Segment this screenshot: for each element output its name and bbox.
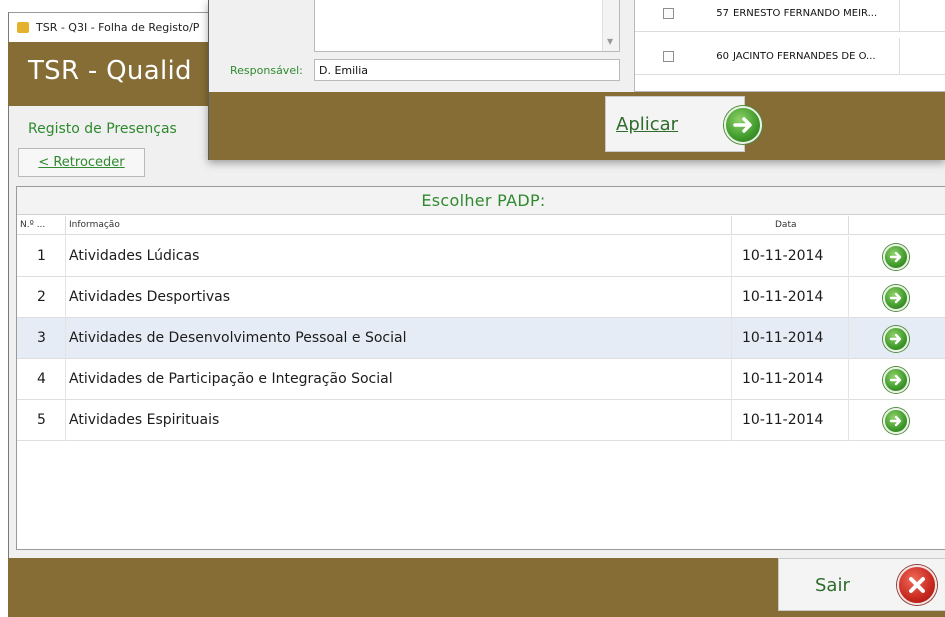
apply-button-label: Aplicar	[616, 114, 679, 135]
list-item[interactable]: 60 JACINTO FERNANDES DE O...	[635, 38, 945, 75]
table-row[interactable]: 1 Atividades Lúdicas 10-11-2014	[17, 236, 945, 277]
person-checkbox[interactable]	[663, 51, 674, 62]
arrow-right-circle-icon[interactable]	[883, 285, 909, 311]
column-header-date[interactable]: Data	[775, 220, 797, 230]
responsible-field[interactable]: D. Emilia	[314, 59, 620, 81]
brand-title: TSR - Qualid	[28, 56, 192, 86]
row-number: 5	[37, 412, 46, 428]
notes-scrollbar[interactable]: ▼	[602, 0, 619, 51]
row-information: Atividades Espirituais	[69, 412, 220, 428]
attendance-dialog: ▼ Responsável: D. Emilia 57 ERNESTO FERN…	[208, 0, 945, 160]
row-number: 3	[37, 330, 46, 346]
column-divider	[848, 216, 849, 235]
arrow-right-circle-icon[interactable]	[883, 244, 909, 270]
notes-textarea[interactable]: ▼	[314, 0, 620, 52]
arrow-right-circle-icon[interactable]	[883, 326, 909, 352]
person-checkbox[interactable]	[663, 8, 674, 19]
close-circle-icon	[897, 565, 937, 605]
arrow-right-circle-icon	[724, 106, 762, 144]
people-list: 57 ERNESTO FERNANDO MEIR... 60 JACINTO F…	[634, 0, 945, 92]
padp-list-panel: Escolher PADP: N.º ... Informação Data 1…	[16, 186, 945, 550]
list-rows: 1 Atividades Lúdicas 10-11-2014 2 Ativid…	[17, 236, 945, 441]
row-number: 1	[37, 248, 46, 264]
arrow-right-circle-icon[interactable]	[883, 408, 909, 434]
row-number: 2	[37, 289, 46, 305]
row-date: 10-11-2014	[742, 248, 824, 264]
responsible-label: Responsável:	[230, 64, 303, 77]
column-header-info[interactable]: Informação	[69, 220, 120, 230]
person-name: ERNESTO FERNANDO MEIR...	[733, 8, 878, 19]
page-subheading: Registo de Presenças	[28, 121, 177, 137]
window-title: TSR - Q3I - Folha de Registo/P	[36, 21, 200, 34]
column-divider	[731, 216, 732, 235]
arrow-right-circle-icon[interactable]	[883, 367, 909, 393]
table-row[interactable]: 2 Atividades Desportivas 10-11-2014	[17, 277, 945, 318]
column-divider	[65, 216, 66, 235]
scroll-down-icon[interactable]: ▼	[607, 37, 613, 46]
exit-button[interactable]: Sair	[778, 558, 945, 611]
row-date: 10-11-2014	[742, 330, 824, 346]
app-icon	[17, 22, 29, 33]
row-date: 10-11-2014	[742, 412, 824, 428]
list-heading: Escolher PADP:	[17, 187, 945, 215]
apply-button[interactable]: Aplicar	[605, 96, 762, 152]
row-date: 10-11-2014	[742, 371, 824, 387]
app-root: TSR - Q3I - Folha de Registo/P TSR - Qua…	[0, 0, 945, 617]
person-number: 60	[716, 51, 729, 62]
list-item[interactable]: 57 ERNESTO FERNANDO MEIR...	[635, 0, 945, 32]
row-information: Atividades Desportivas	[69, 289, 231, 305]
column-header-num[interactable]: N.º ...	[20, 220, 45, 230]
column-header-row: N.º ... Informação Data	[17, 216, 945, 235]
table-row[interactable]: 5 Atividades Espirituais 10-11-2014	[17, 400, 945, 441]
back-button[interactable]: < Retroceder	[18, 148, 145, 177]
person-number: 57	[716, 8, 729, 19]
dialog-footer-bar	[209, 92, 945, 160]
row-information: Atividades de Desenvolvimento Pessoal e …	[69, 330, 407, 346]
table-row[interactable]: 3 Atividades de Desenvolvimento Pessoal …	[17, 318, 945, 359]
exit-button-label: Sair	[815, 575, 850, 596]
row-information: Atividades de Participação e Integração …	[69, 371, 393, 387]
row-information: Atividades Lúdicas	[69, 248, 200, 264]
row-number: 4	[37, 371, 46, 387]
table-row[interactable]: 4 Atividades de Participação e Integraçã…	[17, 359, 945, 400]
person-name: JACINTO FERNANDES DE O...	[733, 51, 876, 62]
row-date: 10-11-2014	[742, 289, 824, 305]
